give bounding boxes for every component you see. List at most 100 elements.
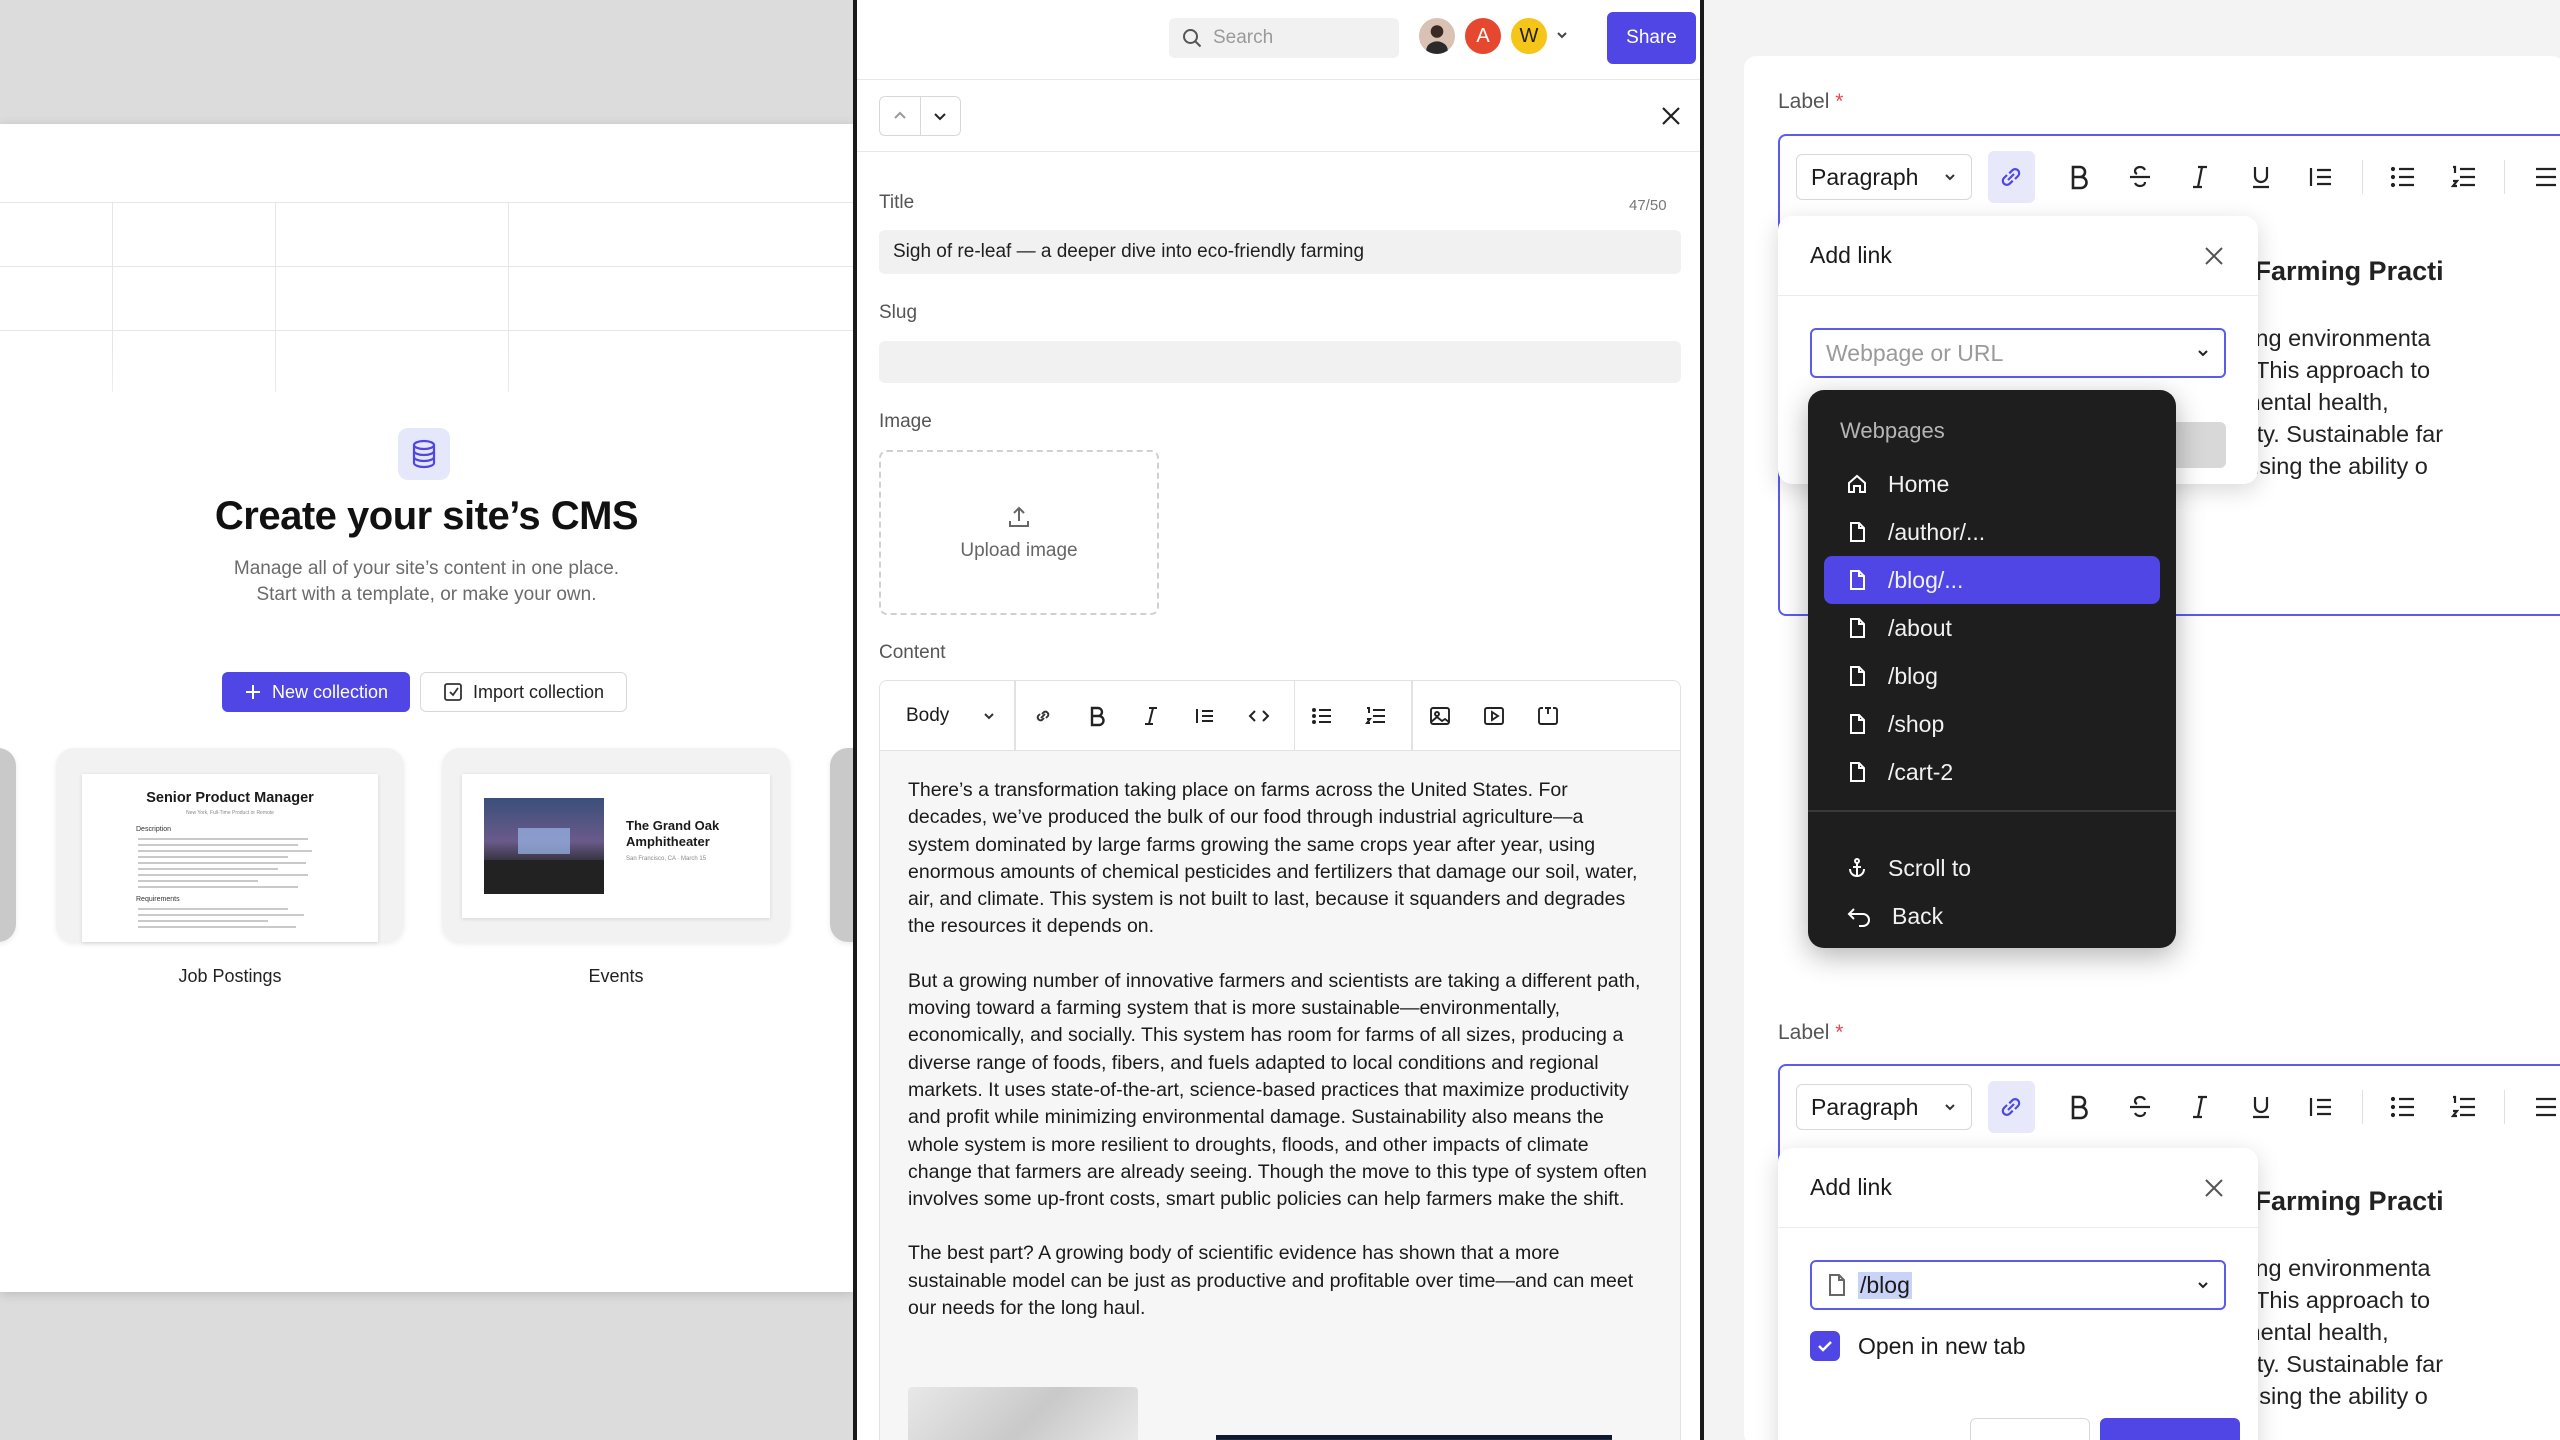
cms-card: Create your site’s CMS Manage all of you…: [0, 124, 870, 1292]
avatars-chevron-down-icon[interactable]: [1555, 28, 1569, 42]
label-field-2: Label *: [1778, 1021, 1843, 1045]
file-icon: [1850, 762, 1865, 782]
avatar-photo[interactable]: [1417, 16, 1457, 56]
new-collection-button[interactable]: New collection: [222, 672, 410, 712]
upload-image-text: Upload image: [960, 539, 1078, 561]
bulleted-list-icon[interactable]: [2373, 1081, 2434, 1133]
align-icon[interactable]: [2515, 1081, 2560, 1133]
add-link-header: Add link: [1778, 1148, 2258, 1228]
close-icon[interactable]: [2202, 1176, 2226, 1200]
close-icon[interactable]: [2202, 244, 2226, 268]
title-input[interactable]: Sigh of re-leaf — a deeper dive into eco…: [879, 230, 1681, 274]
cms-item-editor-panel: Search A W Share Title 47/50 Sigh of re-…: [853, 0, 1704, 1440]
numbered-list-icon[interactable]: [1349, 681, 1403, 751]
dropdown-action-scroll-to[interactable]: Scroll to: [1824, 844, 2160, 892]
italic-icon[interactable]: [2170, 1081, 2231, 1133]
dropdown-item-about[interactable]: /about: [1824, 604, 2160, 652]
avatar-a[interactable]: A: [1463, 16, 1503, 56]
search-input[interactable]: Search: [1169, 18, 1399, 58]
add-button[interactable]: [2100, 1418, 2240, 1440]
content-image-2[interactable]: [1216, 1435, 1612, 1440]
file-icon: [1829, 1274, 1845, 1296]
cms-subtitle-2: Start with a template, or make your own.: [256, 584, 597, 605]
content-image-1[interactable]: [908, 1387, 1138, 1440]
search-icon: [1183, 29, 1202, 48]
bulleted-list-icon[interactable]: [1295, 681, 1349, 751]
bulleted-list-icon[interactable]: [2373, 151, 2434, 203]
content-paragraph: The best part? A growing body of scienti…: [908, 1242, 1634, 1320]
cancel-button[interactable]: [1970, 1418, 2090, 1440]
dropdown-item-blog-slug[interactable]: /blog/...: [1824, 556, 2160, 604]
dropdown-item-author[interactable]: /author/...: [1824, 508, 2160, 556]
dropdown-action-back[interactable]: Back: [1824, 892, 2160, 940]
url-select[interactable]: Webpage or URL: [1810, 328, 2226, 378]
checkmark-icon: [1818, 1341, 1832, 1352]
content-rich-text-editor[interactable]: Body There’s a transformation taking pla…: [879, 680, 1681, 1440]
template-card-job-postings[interactable]: Senior Product Manager New York, Full-Ti…: [56, 748, 404, 942]
content-body[interactable]: There’s a transformation taking place on…: [908, 777, 1648, 1349]
next-item-button[interactable]: [921, 97, 961, 135]
bold-icon[interactable]: [2049, 1081, 2110, 1133]
blockquote-icon[interactable]: [2291, 151, 2352, 203]
underline-icon[interactable]: [2231, 151, 2292, 203]
paragraph-style-select[interactable]: Paragraph: [1796, 154, 1972, 200]
paragraph-style-value: Paragraph: [1811, 163, 1919, 190]
insert-embed-icon[interactable]: [1521, 681, 1575, 751]
template-card-events[interactable]: The Grand Oak Amphitheater San Francisco…: [442, 748, 790, 942]
paragraph-style-select[interactable]: Paragraph: [1796, 1084, 1972, 1130]
bold-icon[interactable]: [2049, 151, 2110, 203]
insert-video-icon[interactable]: [1467, 681, 1521, 751]
event-preview: The Grand Oak Amphitheater San Francisco…: [462, 774, 770, 918]
code-icon[interactable]: [1232, 681, 1286, 751]
slug-input[interactable]: [879, 341, 1681, 383]
new-collection-label: New collection: [271, 681, 389, 702]
numbered-list-icon[interactable]: [2434, 151, 2495, 203]
dropdown-item-home[interactable]: Home: [1824, 460, 2160, 508]
file-icon: [1850, 666, 1865, 686]
dropdown-item-cart[interactable]: /cart-2: [1824, 748, 2160, 796]
upload-image-dropzone[interactable]: Upload image: [879, 450, 1159, 615]
link-icon[interactable]: [1987, 1081, 2035, 1133]
insert-image-icon[interactable]: [1413, 681, 1467, 751]
avatar-w[interactable]: W: [1509, 16, 1549, 56]
strikethrough-icon[interactable]: [2109, 151, 2170, 203]
previous-item-button[interactable]: [880, 97, 921, 135]
content-label: Content: [879, 642, 946, 663]
dropdown-item-label: /shop: [1888, 710, 1945, 737]
dropdown-item-label: /about: [1888, 614, 1952, 641]
add-link-title: Add link: [1810, 1174, 1892, 1200]
link-icon[interactable]: [1987, 151, 2035, 203]
url-select-filled[interactable]: /blog: [1810, 1260, 2226, 1310]
import-collection-button[interactable]: Import collection: [420, 672, 627, 712]
title-char-counter: 47/50: [1629, 197, 1667, 214]
template-card-partial-left[interactable]: [0, 748, 16, 942]
strikethrough-icon[interactable]: [2109, 1081, 2170, 1133]
blockquote-icon[interactable]: [2291, 1081, 2352, 1133]
rich-text-toolbar-1: Paragraph: [1780, 136, 2560, 218]
database-icon: [398, 428, 450, 480]
dropdown-item-blog[interactable]: /blog: [1824, 652, 2160, 700]
bold-icon[interactable]: [1070, 681, 1124, 751]
chevron-down-icon: [2198, 350, 2208, 357]
close-editor-button[interactable]: [1659, 104, 1683, 128]
label-text: Label: [1778, 1021, 1830, 1044]
label-field-1: Label *: [1778, 90, 1843, 114]
add-link-header: Add link: [1778, 216, 2258, 296]
plus-icon: [245, 685, 260, 699]
underline-icon[interactable]: [2231, 1081, 2292, 1133]
rich-text-toolbar-2: Paragraph: [1780, 1066, 2560, 1148]
dropdown-item-shop[interactable]: /shop: [1824, 700, 2160, 748]
anchor-icon: [1849, 858, 1865, 878]
open-new-tab-checkbox[interactable]: [1810, 1331, 1840, 1361]
link-editor-panel: Label * Paragraph stainable Farming Prac…: [1704, 0, 2560, 1440]
align-icon[interactable]: [2515, 151, 2560, 203]
dropdown-heading: Webpages: [1840, 418, 1945, 443]
italic-icon[interactable]: [2170, 151, 2231, 203]
open-new-tab-option[interactable]: Open in new tab: [1810, 1331, 2026, 1361]
blockquote-icon[interactable]: [1178, 681, 1232, 751]
numbered-list-icon[interactable]: [2434, 1081, 2495, 1133]
link-icon[interactable]: [1016, 681, 1070, 751]
block-type-select[interactable]: Body: [880, 681, 1014, 751]
italic-icon[interactable]: [1124, 681, 1178, 751]
share-button[interactable]: Share: [1607, 12, 1696, 64]
